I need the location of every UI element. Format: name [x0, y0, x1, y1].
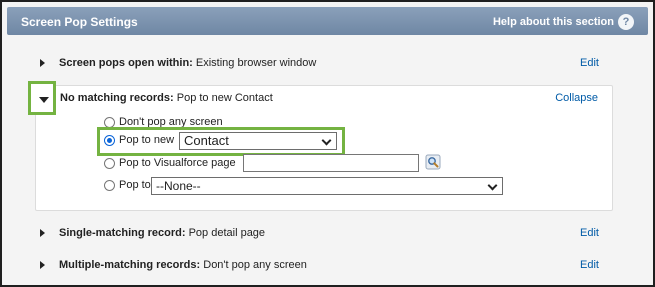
flow-select[interactable]: --None--	[151, 177, 503, 195]
dropdown-chevron-icon	[321, 135, 332, 146]
option-label: Pop to Visualforce page	[119, 157, 236, 169]
dropdown-chevron-icon	[487, 180, 498, 191]
radio-pop-to-visualforce[interactable]	[104, 157, 115, 169]
edit-link-multiple-matching[interactable]: Edit	[580, 259, 599, 271]
screen-pop-settings-frame: Screen Pop Settings Help about this sect…	[0, 0, 655, 287]
row-label: Multiple-matching records:	[59, 259, 201, 271]
edit-link-single-matching[interactable]: Edit	[580, 227, 599, 239]
row-label: Screen pops open within:	[59, 57, 193, 69]
option-pop-to-visualforce[interactable]: Pop to Visualforce page	[104, 157, 236, 169]
row-open-within: Screen pops open within: Existing browse…	[59, 57, 316, 69]
option-pop-to-new[interactable]: Pop to new	[104, 134, 174, 146]
radio-pop-to-new[interactable]	[104, 134, 115, 146]
row-no-matching: No matching records: Pop to new Contact	[60, 92, 273, 104]
radio-pop-to-flow[interactable]	[104, 179, 115, 191]
edit-link-open-within[interactable]: Edit	[580, 57, 599, 69]
collapse-link[interactable]: Collapse	[555, 92, 598, 104]
help-icon[interactable]: ?	[618, 14, 634, 30]
row-value: Don't pop any screen	[203, 259, 307, 271]
radio-dont-pop[interactable]	[104, 116, 115, 128]
lookup-magnifier-icon[interactable]	[425, 154, 441, 170]
expand-triangle-icon[interactable]	[40, 261, 45, 269]
expand-triangle-icon[interactable]	[40, 229, 45, 237]
row-value: Existing browser window	[195, 57, 317, 69]
section-header: Screen Pop Settings Help about this sect…	[7, 7, 648, 35]
row-label: No matching records:	[60, 92, 174, 104]
expand-triangle-icon[interactable]	[40, 59, 45, 67]
collapse-triangle-icon	[39, 97, 49, 103]
collapse-toggle[interactable]	[28, 81, 56, 115]
pop-to-new-object-select[interactable]: Contact	[179, 132, 337, 150]
section-title: Screen Pop Settings	[21, 15, 138, 29]
row-multiple-matching: Multiple-matching records: Don't pop any…	[59, 259, 307, 271]
row-value: Pop to new Contact	[176, 92, 273, 104]
row-value: Pop detail page	[188, 227, 266, 239]
row-label: Single-matching record:	[59, 227, 186, 239]
help-link[interactable]: Help about this section	[493, 16, 614, 28]
row-single-matching: Single-matching record: Pop detail page	[59, 227, 265, 239]
option-label: Pop to new	[119, 134, 175, 146]
visualforce-page-input[interactable]	[243, 154, 419, 172]
